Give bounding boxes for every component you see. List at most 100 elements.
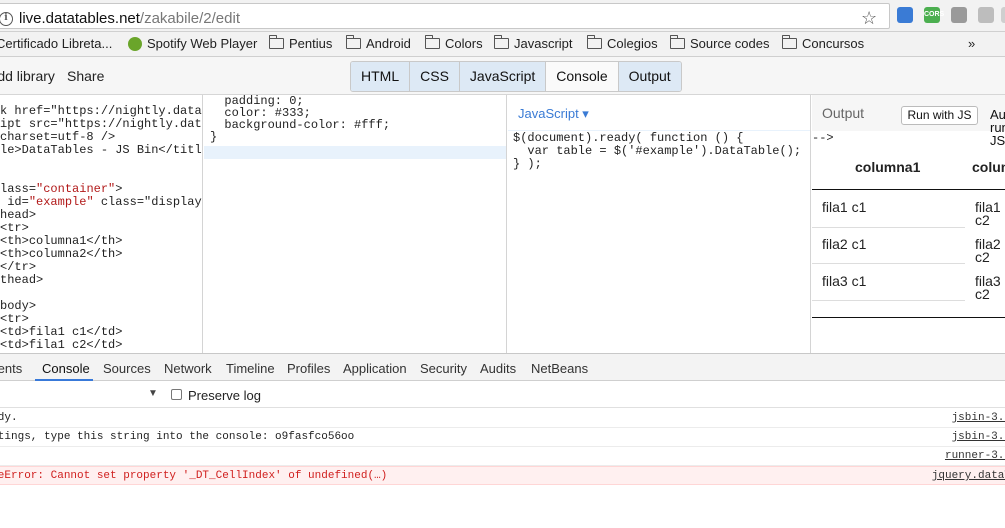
- bookmark-javascript[interactable]: Javascript: [494, 35, 573, 51]
- console-source-link[interactable]: jsbin-3.1: [952, 409, 1005, 428]
- url-field[interactable]: i live.datatables.net/zakabile/2/edit ☆: [0, 3, 890, 29]
- folder-icon: [670, 35, 685, 49]
- console-source-link[interactable]: runner-3.1: [945, 447, 1005, 466]
- table-cell: fila3 c1: [822, 273, 867, 289]
- tab-security[interactable]: Security: [420, 361, 467, 376]
- css-code-line: }: [210, 130, 218, 144]
- auto-run-label[interactable]: Auto-run JS: [990, 108, 1005, 147]
- console-message: Settings, type this string into the cons…: [0, 428, 1005, 447]
- tab-audits[interactable]: Audits: [480, 361, 516, 376]
- output-arrow-text: -->: [812, 131, 834, 145]
- url-text[interactable]: live.datatables.net/zakabile/2/edit: [19, 10, 240, 27]
- console-error-message: TypeError: Cannot set property '_DT_Cell…: [0, 466, 1005, 485]
- bookmark-label: Certificado Libreta...: [0, 36, 113, 51]
- bookmarks-bar: Certificado Libreta... Spotify Web Playe…: [0, 32, 1005, 57]
- tab-javascript[interactable]: JavaScript: [459, 62, 547, 91]
- bookmark-concursos[interactable]: Concursos: [782, 35, 865, 51]
- folder-icon: [346, 35, 361, 49]
- info-icon[interactable]: i: [0, 12, 13, 26]
- bookmark-label: Javascript: [514, 36, 573, 51]
- url-path: /zakabile/2/edit: [139, 10, 240, 27]
- bookmark-label: Colors: [445, 36, 483, 51]
- bookmark-label: Concursos: [802, 36, 865, 51]
- output-header: Output Run with JS Auto-run JS: [812, 95, 1005, 147]
- preserve-log-label[interactable]: Preserve log: [188, 388, 261, 403]
- tab-application[interactable]: Application: [343, 361, 407, 376]
- console-filter-bar: ▼ Preserve log: [0, 381, 1005, 408]
- active-line-highlight: [204, 146, 506, 159]
- bookmark-label: Android: [366, 36, 411, 51]
- bookmark-label: Spotify Web Player: [147, 36, 258, 51]
- table-header-columna1[interactable]: columna1: [855, 160, 920, 174]
- table-header-columna2[interactable]: columna2: [972, 160, 1005, 174]
- css-editor[interactable]: padding: 0; color: #333; background-colo…: [204, 95, 507, 353]
- tab-sources[interactable]: Sources: [103, 361, 151, 376]
- tab-console-devtools[interactable]: Console: [42, 361, 90, 376]
- html-code-line: </thead>: [0, 273, 44, 287]
- console-message-text: Ready.: [0, 412, 18, 424]
- output-panel: Output Run with JS Auto-run JS --> colum…: [812, 95, 1005, 353]
- table-header-divider: [812, 189, 1005, 190]
- bookmark-certificado[interactable]: Certificado Libreta...: [0, 36, 112, 51]
- add-library-link[interactable]: Add library: [0, 68, 55, 84]
- console-message: runner-3.1: [0, 447, 1005, 466]
- table-cell: fila1 c1: [822, 199, 867, 215]
- bookmark-spotify[interactable]: Spotify Web Player: [128, 36, 257, 51]
- js-language-dropdown[interactable]: JavaScript ▾: [518, 107, 589, 120]
- skype-icon[interactable]: S: [1001, 7, 1005, 23]
- preserve-log-checkbox[interactable]: [171, 389, 182, 400]
- grey-ext-icon[interactable]: [978, 7, 994, 23]
- bookmark-colors[interactable]: Colors: [425, 35, 483, 51]
- shield-ext-icon[interactable]: [951, 7, 967, 23]
- tab-elements[interactable]: Elements: [0, 361, 22, 376]
- console-message-text: TypeError: Cannot set property '_DT_Cell…: [0, 470, 388, 482]
- cors-icon[interactable]: CORS: [924, 7, 944, 23]
- console-message-text: Settings, type this string into the cons…: [0, 431, 355, 443]
- folder-icon: [587, 35, 602, 49]
- html-code-line: <title>DataTables - JS Bin</title>: [0, 143, 202, 157]
- bookmark-android[interactable]: Android: [346, 35, 411, 51]
- console-source-link[interactable]: jsbin-3.1: [952, 428, 1005, 447]
- bookmark-source-codes[interactable]: Source codes: [670, 35, 770, 51]
- bookmark-colegios[interactable]: Colegios: [587, 35, 658, 51]
- filter-dropdown-icon[interactable]: ▼: [148, 388, 158, 399]
- table-cell: fila2 c1: [822, 236, 867, 252]
- url-host: live.datatables.net: [19, 10, 140, 27]
- row-divider: [812, 300, 965, 301]
- bookmark-pentius[interactable]: Pentius: [269, 35, 333, 51]
- tab-timeline[interactable]: Timeline: [226, 361, 275, 376]
- table-cell: fila3 c2: [975, 273, 1001, 302]
- js-editor[interactable]: JavaScript ▾ $(document).ready( function…: [508, 95, 811, 353]
- bookmark-label: Colegios: [607, 36, 658, 51]
- bookmark-label: Pentius: [289, 36, 333, 51]
- folder-icon: [782, 35, 797, 49]
- browser-window: i live.datatables.net/zakabile/2/edit ☆ …: [0, 0, 1005, 528]
- panel-tabs: HTML CSS JavaScript Console Output: [350, 61, 682, 92]
- share-link[interactable]: Share: [67, 68, 104, 84]
- folder-icon: [425, 35, 440, 49]
- devtools-panel: Elements Console Sources Network Timelin…: [0, 353, 1005, 528]
- folder-icon: [494, 35, 509, 49]
- bookmark-star-icon[interactable]: ☆: [861, 8, 877, 29]
- row-divider: [812, 263, 965, 264]
- table-cell: fila1 c2: [975, 199, 1001, 228]
- devtools-tabs: Elements Console Sources Network Timelin…: [0, 354, 1005, 381]
- html-editor[interactable]: <link href="https://nightly.datatables<s…: [0, 95, 203, 353]
- jsbin-toolbar: Add library Share HTML CSS JavaScript Co…: [0, 57, 1005, 95]
- html-code-line: <td>fila1 c2</td>: [0, 338, 123, 352]
- console-message: Ready. jsbin-3.1: [0, 409, 1005, 428]
- table-cell: fila2 c2: [975, 236, 1001, 265]
- tab-netbeans[interactable]: NetBeans: [531, 361, 588, 376]
- console-source-link[interactable]: jquery.dataT: [932, 467, 1005, 486]
- tab-network[interactable]: Network: [164, 361, 212, 376]
- tab-css[interactable]: CSS: [410, 62, 460, 91]
- row-divider: [812, 227, 965, 228]
- tools-icon[interactable]: [897, 7, 913, 23]
- js-code-line: var table = $('#example').DataTable();: [513, 144, 802, 158]
- tab-console[interactable]: Console: [546, 62, 619, 91]
- tab-profiles[interactable]: Profiles: [287, 361, 330, 376]
- bookmarks-overflow-button[interactable]: »: [968, 36, 975, 51]
- tab-output[interactable]: Output: [618, 62, 681, 91]
- tab-html[interactable]: HTML: [351, 62, 411, 91]
- run-with-js-button[interactable]: Run with JS: [901, 106, 978, 125]
